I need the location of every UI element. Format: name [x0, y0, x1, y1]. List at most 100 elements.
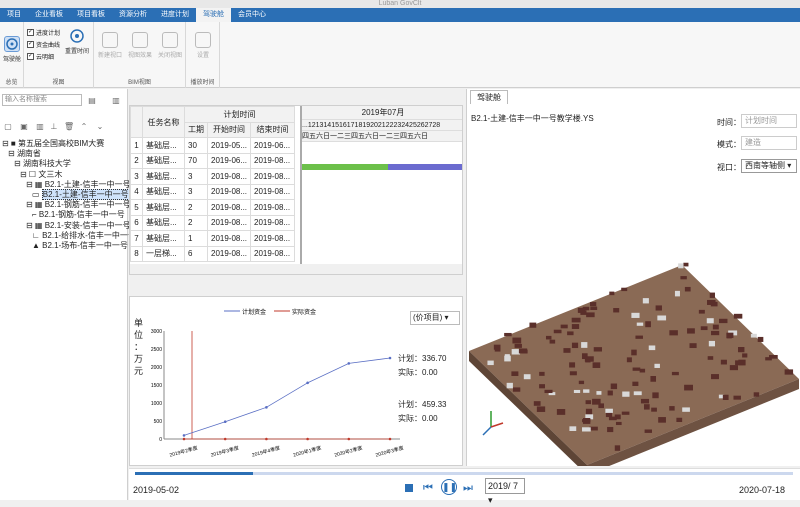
hdr-duration: 工期 [184, 121, 208, 138]
new-window-button[interactable]: 新建视口 [98, 32, 122, 59]
menu-item-1[interactable]: 企业看板 [28, 8, 70, 22]
model-element [494, 347, 501, 352]
table-row[interactable]: 7 基础层... 1 2019-08... 2019-08... [130, 230, 296, 247]
menu-item-4[interactable]: 进度计划 [154, 8, 196, 22]
tree-item-label: B2.1-钢筋-信丰一中一号教 [44, 200, 139, 210]
y-tick-label: 0 [159, 437, 162, 443]
cell-id: 6 [130, 214, 143, 231]
table-row[interactable]: 2 基础层... 70 2019-06... 2019-08... [130, 152, 296, 169]
dropdown-value: (价项目) [413, 313, 443, 322]
checkbox[interactable]: ✓ [27, 29, 34, 36]
timeline-track[interactable] [135, 472, 793, 475]
menu-item-3[interactable]: 资源分析 [112, 8, 154, 22]
table-row[interactable]: 4 基础层... 3 2019-08... 2019-08... [130, 183, 296, 200]
model-element [569, 371, 577, 376]
tree-item[interactable]: ⊟ ▦ B2.1-钢筋-信丰一中一号教 [26, 200, 139, 210]
tab-cockpit[interactable]: 驾驶舱 [470, 90, 508, 104]
table-row[interactable]: 5 基础层... 2 2019-08... 2019-08... [130, 199, 296, 216]
expand-all-icon[interactable]: ⌄ [96, 123, 104, 131]
move-icon[interactable]: ⊥ [50, 123, 58, 131]
add-icon[interactable]: ▢ [4, 123, 12, 131]
model-element [678, 263, 684, 269]
edit-icon[interactable]: ▣ [20, 123, 28, 131]
settings-button[interactable]: 设置 [191, 32, 215, 59]
series-point [223, 437, 227, 441]
chk-progress[interactable]: ✓ 进度计划 [27, 28, 60, 37]
bim-model-3d[interactable] [467, 179, 800, 466]
tree-item[interactable]: ⌐ B2.1-钢筋-信丰一中一号 [32, 210, 125, 220]
cell-id: 7 [130, 230, 143, 247]
cockpit-button[interactable]: 驾驶舱 [0, 36, 24, 63]
cell-start: 2019-08... [206, 214, 252, 231]
mode-select[interactable]: 建造 [741, 136, 797, 150]
ribbon: 驾驶舱 总览 ✓ 进度计划 ✓ 资金曲线 ✓ 云明细 重置时间 视图 新建视口 视图效… [0, 22, 800, 88]
model-element [583, 389, 590, 393]
chk-cloud[interactable]: ✓ 云明细 [27, 52, 54, 61]
tree-item[interactable]: ⊟ 湖南科技大学 [14, 159, 71, 169]
table-row[interactable]: 6 基础层... 2 2019-08... 2019-08... [130, 214, 296, 231]
title-bar: Luban GovClt [0, 0, 800, 8]
close-view-button[interactable]: 关闭视图 [158, 32, 182, 59]
tree-item[interactable]: ⊟ 湖南省 [8, 149, 41, 159]
tree-item[interactable]: ⊟ ☐ 文三木 [20, 170, 62, 180]
effect-icon [132, 32, 148, 48]
filter-icon[interactable]: ▤ [88, 97, 96, 105]
chk-fund[interactable]: ✓ 资金曲线 [27, 40, 60, 49]
model-element [633, 391, 642, 396]
list-icon[interactable]: ▥ [112, 97, 120, 105]
gantt-scrollbar[interactable] [130, 264, 462, 274]
time-label: 时间： [717, 118, 741, 127]
reset-time-button[interactable]: 重置时间 [64, 28, 90, 55]
model-element [592, 362, 601, 368]
pause-icon[interactable]: ❚❚ [441, 479, 457, 495]
rewind-icon[interactable]: ⏮ [423, 482, 433, 495]
model-element [676, 417, 683, 423]
tree-item[interactable]: ⊟ ■ 第五届全国高校BIM大赛 [2, 139, 104, 149]
time-select[interactable]: 计划时间 [741, 114, 797, 128]
model-element [582, 418, 591, 424]
checkbox[interactable]: ✓ [27, 41, 34, 48]
collapse-all-icon[interactable]: ⌃ [80, 123, 88, 131]
forward-icon[interactable]: ⏭ [463, 482, 473, 495]
model-element [698, 309, 705, 314]
cell-start: 2019-08... [206, 199, 252, 216]
stop-icon[interactable] [405, 484, 413, 492]
window-title: Luban GovClt [378, 0, 422, 7]
menu-item-0[interactable]: 项目 [0, 8, 28, 22]
viewport-select[interactable]: 西南等轴侧 ▾ [741, 159, 797, 173]
checkbox[interactable]: ✓ [27, 53, 34, 60]
tree-item-label: 第五届全国高校BIM大赛 [17, 139, 105, 148]
cell-end: 2019-08... [250, 183, 296, 200]
gantt-bar-remaining[interactable] [388, 164, 462, 170]
cell-dur: 2 [184, 199, 208, 216]
model-element [684, 286, 691, 292]
tree-item[interactable]: ▲ B2.1-场布-信丰一中一号 [32, 241, 128, 251]
model-element [512, 337, 522, 344]
tree-search-input[interactable]: 输入名称搜索 [2, 94, 82, 106]
current-date-picker[interactable]: 2019/ 7 ▾ [485, 478, 525, 505]
tree-item[interactable]: ∟ B2.1-给排水-信丰一中一号 [32, 231, 136, 241]
gantt-bar-progress[interactable] [302, 164, 388, 170]
table-row[interactable]: 1 基础层... 30 2019-05... 2019-06... [130, 137, 296, 154]
delete-icon[interactable]: 🗑 [64, 123, 74, 131]
gantt-month: 2019年07月 [302, 106, 462, 120]
model-element [684, 384, 693, 391]
tree-item[interactable]: ▭ B2.1-土建-信丰一中一号 [32, 189, 130, 200]
table-row[interactable]: 3 基础层... 3 2019-08... 2019-08... [130, 168, 296, 185]
ribbon-group-bim: 新建视口 视图效果 关闭视图 BIM视图 [94, 22, 186, 88]
menu-item-6[interactable]: 会员中心 [231, 8, 273, 22]
cell-end: 2019-08... [250, 214, 296, 231]
copy-icon[interactable]: ▥ [36, 123, 44, 131]
menu-item-2[interactable]: 项目看板 [70, 8, 112, 22]
menu-item-5[interactable]: 驾驶舱 [196, 8, 231, 22]
tree-item[interactable]: ⊟ ▦ B2.1-安装-信丰一中一号教 [26, 221, 139, 231]
group-label-play: 播放时间 [190, 80, 215, 86]
mode-label: 模式： [717, 140, 741, 149]
model-element [539, 384, 546, 389]
y-tick-label: 2500 [151, 347, 162, 353]
view-effect-button[interactable]: 视图效果 [128, 32, 152, 59]
model-element [567, 331, 574, 336]
project-dropdown[interactable]: (价项目) ▾ [410, 311, 460, 325]
table-row[interactable]: 8 一层梯... 6 2019-08... 2019-08... [130, 245, 296, 262]
cell-end: 2019-08... [250, 168, 296, 185]
